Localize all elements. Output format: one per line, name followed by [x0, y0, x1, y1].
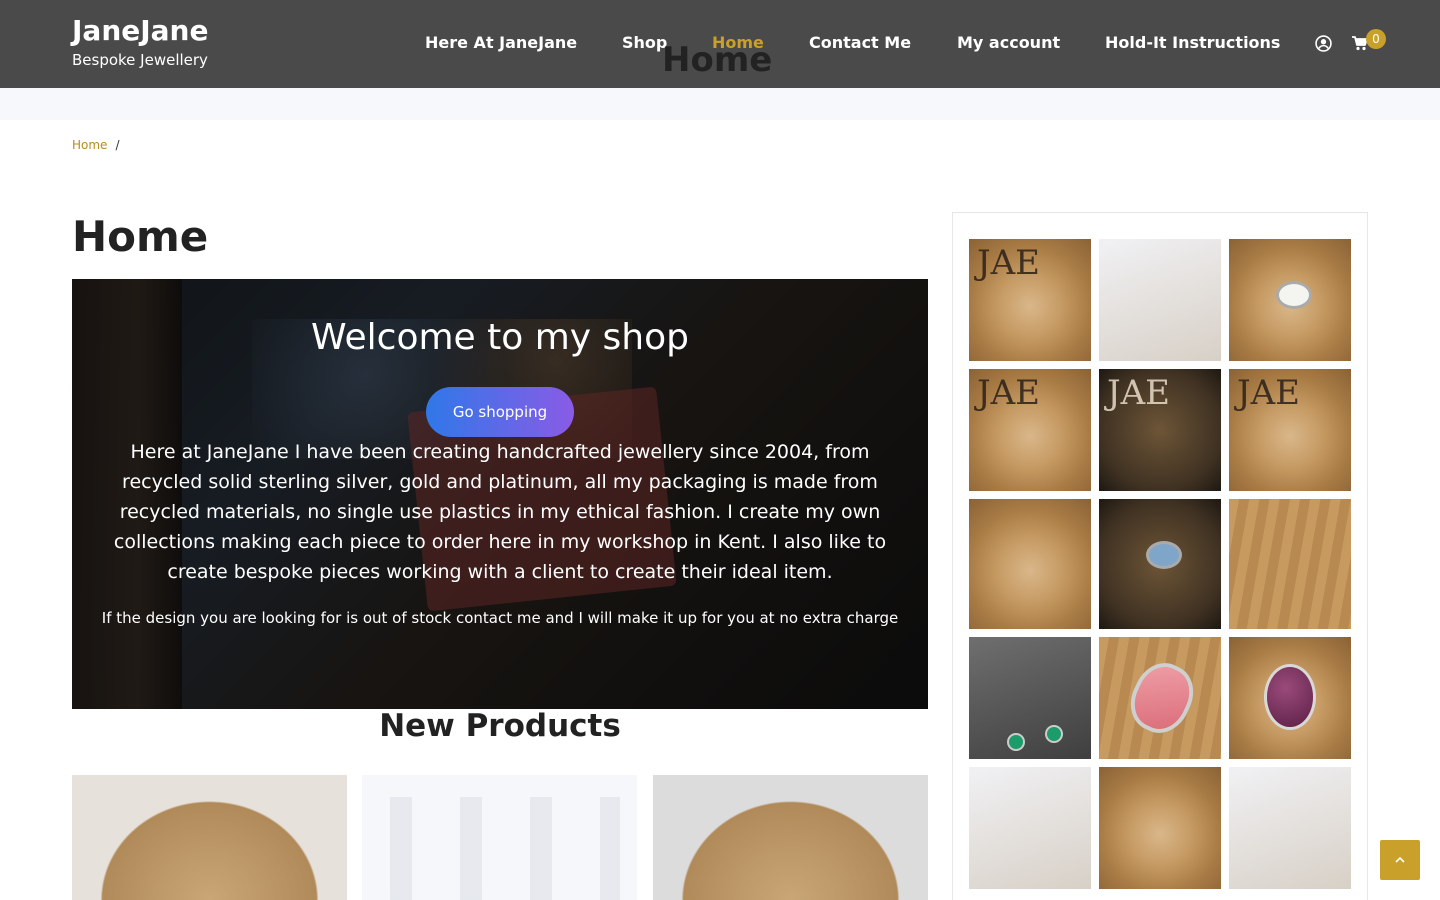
decorative-letters: JAE: [977, 373, 1041, 413]
nav-shop[interactable]: Shop: [622, 33, 667, 52]
gallery-thumb[interactable]: JAE: [969, 369, 1091, 491]
pink-gem-image: [1126, 659, 1198, 737]
product-image-detail: [390, 797, 620, 900]
ring-image: [1149, 544, 1179, 566]
nav-hold-it-instructions[interactable]: Hold-It Instructions: [1105, 33, 1280, 52]
gallery-thumb[interactable]: [1099, 637, 1221, 759]
breadcrumb-separator: /: [115, 138, 120, 152]
decorative-letters: JAE: [1237, 373, 1301, 413]
user-account-icon[interactable]: [1315, 35, 1332, 52]
nav-contact-me[interactable]: Contact Me: [809, 33, 911, 52]
purple-gem-image: [1267, 667, 1313, 727]
header-strip: [0, 88, 1440, 120]
sidebar-gallery: JAE JAE JAE JAE: [952, 212, 1368, 900]
decorative-letters: JAE: [977, 243, 1041, 283]
chevron-up-icon: [1395, 856, 1405, 863]
breadcrumb-home-link[interactable]: Home: [72, 138, 107, 152]
gallery-thumb[interactable]: [969, 499, 1091, 629]
hero-banner: Welcome to my shop Go shopping Here at J…: [72, 279, 928, 709]
gallery-thumb[interactable]: [1229, 637, 1351, 759]
hero-title: Welcome to my shop: [311, 317, 689, 358]
gallery-thumb[interactable]: [969, 767, 1091, 889]
hero-note: If the design you are looking for is out…: [101, 609, 899, 627]
cart-count-badge[interactable]: 0: [1366, 29, 1386, 49]
nav-hover-title: Home: [662, 40, 773, 80]
nav-my-account[interactable]: My account: [957, 33, 1060, 52]
gallery-thumb[interactable]: JAE: [969, 239, 1091, 361]
product-card-image[interactable]: [72, 775, 347, 900]
breadcrumb: Home /: [72, 138, 119, 152]
green-gem-image: [1047, 727, 1061, 741]
gallery-thumb[interactable]: JAE: [1099, 369, 1221, 491]
scroll-to-top-button[interactable]: [1380, 840, 1420, 880]
gallery-thumb[interactable]: [1229, 239, 1351, 361]
product-card-image[interactable]: [362, 775, 637, 900]
nav-here-at-janejane[interactable]: Here At JaneJane: [425, 33, 577, 52]
green-gem-image: [1009, 735, 1023, 749]
gallery-thumb[interactable]: [1099, 499, 1221, 629]
gallery-thumb[interactable]: JAE: [1229, 369, 1351, 491]
decorative-letters: JAE: [1107, 373, 1171, 413]
gallery-thumb[interactable]: [1229, 767, 1351, 889]
page-title: Home: [72, 212, 209, 261]
gallery-thumb[interactable]: [1229, 499, 1351, 629]
go-shopping-button[interactable]: Go shopping: [426, 387, 574, 437]
hero-description: Here at JaneJane I have been creating ha…: [113, 441, 887, 583]
new-products-heading: New Products: [379, 708, 621, 744]
gallery-thumb[interactable]: [1099, 767, 1221, 889]
site-header: JaneJane Bespoke Jewellery Here At JaneJ…: [0, 0, 1440, 88]
gallery-thumb[interactable]: [969, 637, 1091, 759]
product-card-image[interactable]: [653, 775, 928, 900]
gallery-thumb[interactable]: [1099, 239, 1221, 361]
ring-image: [1279, 284, 1309, 306]
